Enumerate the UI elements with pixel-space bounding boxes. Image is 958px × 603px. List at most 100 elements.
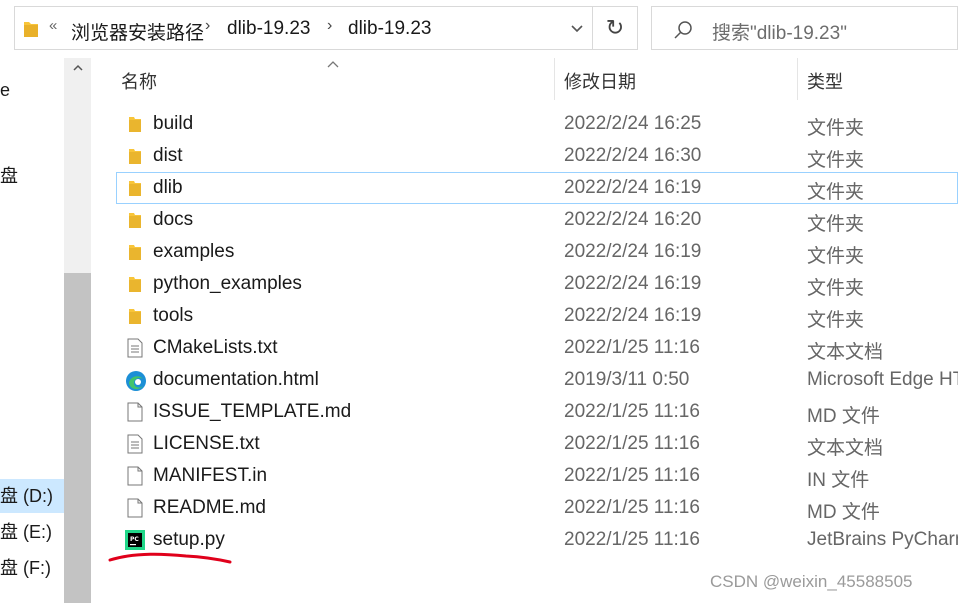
column-header: 名称 修改日期 类型 — [92, 58, 958, 102]
folder-icon — [23, 19, 39, 44]
file-type: Microsoft Edge HT — [807, 369, 958, 390]
file-row[interactable]: tools 2022/2/24 16:19 文件夹 — [92, 300, 958, 332]
file-name: dist — [153, 145, 183, 166]
sort-ascending-icon — [326, 56, 340, 72]
breadcrumb-overflow[interactable]: « — [49, 17, 57, 34]
folder-icon — [125, 114, 145, 134]
file-name: examples — [153, 241, 235, 262]
address-toolbar: « 浏览器安装路径 › dlib-19.23 › dlib-19.23 ↻ 搜索… — [0, 0, 958, 58]
file-name: README.md — [153, 497, 266, 518]
file-type: 文件夹 — [807, 278, 865, 299]
file-row[interactable]: build 2022/2/24 16:25 文件夹 — [92, 108, 958, 140]
column-header-type[interactable]: 类型 — [807, 68, 843, 94]
text-document-icon — [125, 338, 145, 358]
nav-item-drive-d[interactable]: 盘 (D:) — [0, 479, 64, 513]
file-row[interactable]: docs 2022/2/24 16:20 文件夹 — [92, 204, 958, 236]
folder-icon — [125, 306, 145, 326]
pycharm-icon: PC — [125, 530, 145, 550]
file-name: docs — [153, 209, 194, 230]
file-name: ISSUE_TEMPLATE.md — [153, 401, 352, 422]
file-type: 文件夹 — [807, 214, 865, 235]
file-date: 2022/2/24 16:25 — [564, 113, 702, 134]
folder-icon — [125, 146, 145, 166]
file-date: 2022/2/24 16:30 — [564, 145, 702, 166]
file-date: 2022/1/25 11:16 — [564, 433, 700, 454]
file-date: 2022/1/25 11:16 — [564, 497, 700, 518]
file-list: build 2022/2/24 16:25 文件夹 dist 2022/2/24 16:… — [92, 108, 958, 556]
file-type: 文件夹 — [807, 182, 865, 203]
file-row[interactable]: MANIFEST.in 2022/1/25 11:16 IN 文件 — [92, 460, 958, 492]
file-type: MD 文件 — [807, 406, 880, 427]
file-name: python_examples — [153, 273, 302, 294]
file-date: 2022/1/25 11:16 — [564, 529, 700, 550]
column-divider[interactable] — [797, 58, 798, 100]
folder-icon — [125, 210, 145, 230]
column-divider[interactable] — [554, 58, 555, 100]
file-name: build — [153, 113, 194, 134]
refresh-icon: ↻ — [605, 15, 625, 40]
file-name: MANIFEST.in — [153, 465, 268, 486]
breadcrumb-chevron-icon[interactable]: › — [327, 17, 332, 35]
file-name: documentation.html — [153, 369, 319, 390]
search-box[interactable]: 搜索"dlib-19.23" — [651, 6, 958, 50]
file-type: MD 文件 — [807, 502, 880, 523]
file-date: 2022/2/24 16:20 — [564, 209, 702, 230]
chevron-down-icon[interactable] — [570, 18, 584, 43]
file-date: 2022/2/24 16:19 — [564, 305, 702, 326]
file-type: 文件夹 — [807, 118, 865, 139]
breadcrumb-item[interactable]: dlib-19.23 — [348, 18, 431, 40]
file-name: tools — [153, 305, 194, 326]
file-type: 文件夹 — [807, 150, 865, 171]
scroll-up-arrow-icon[interactable] — [64, 62, 91, 82]
file-date: 2022/2/24 16:19 — [564, 241, 702, 262]
file-date: 2022/1/25 11:16 — [564, 337, 700, 358]
folder-icon — [125, 178, 145, 198]
file-name: dlib — [153, 177, 183, 198]
file-row[interactable]: dist 2022/2/24 16:30 文件夹 — [92, 140, 958, 172]
blank-file-icon — [125, 402, 145, 422]
file-row[interactable]: documentation.html 2019/3/11 0:50 Microsof… — [92, 364, 958, 396]
svg-text:PC: PC — [130, 536, 139, 543]
file-name: CMakeLists.txt — [153, 337, 278, 358]
text-document-icon — [125, 434, 145, 454]
breadcrumb-item[interactable]: 浏览器安装路径 — [71, 18, 204, 45]
file-row[interactable]: dlib 2022/2/24 16:19 文件夹 — [116, 172, 958, 204]
edge-icon — [125, 370, 146, 391]
nav-item-drive-e[interactable]: 盘 (E:) — [0, 515, 64, 549]
file-row[interactable]: ISSUE_TEMPLATE.md 2022/1/25 11:16 MD 文件 — [92, 396, 958, 428]
folder-icon — [125, 274, 145, 294]
file-row[interactable]: README.md 2022/1/25 11:16 MD 文件 — [92, 492, 958, 524]
breadcrumb-item[interactable]: dlib-19.23 — [227, 18, 310, 40]
navigation-pane: e 盘 盘 (D:) 盘 (E:) 盘 (F:) — [0, 58, 92, 603]
folder-icon — [125, 242, 145, 262]
search-placeholder[interactable]: 搜索"dlib-19.23" — [712, 18, 847, 45]
watermark: CSDN @weixin_45588505 — [710, 572, 913, 591]
blank-file-icon — [125, 466, 145, 486]
nav-scrollbar-thumb[interactable] — [64, 273, 91, 603]
file-type: 文本文档 — [807, 342, 884, 363]
file-date: 2022/2/24 16:19 — [564, 273, 702, 294]
search-icon — [672, 19, 694, 46]
file-name: LICENSE.txt — [153, 433, 260, 454]
nav-item-fragment[interactable]: 盘 — [0, 162, 18, 188]
file-row[interactable]: python_examples 2022/2/24 16:19 文件夹 — [92, 268, 958, 300]
file-type: 文件夹 — [807, 246, 865, 267]
file-row[interactable]: LICENSE.txt 2022/1/25 11:16 文本文档 — [92, 428, 958, 460]
annotation-underline — [108, 552, 232, 564]
file-type: 文本文档 — [807, 438, 884, 459]
file-row[interactable]: examples 2022/2/24 16:19 文件夹 — [92, 236, 958, 268]
refresh-button[interactable]: ↻ — [593, 6, 638, 50]
file-row[interactable]: CMakeLists.txt 2022/1/25 11:16 文本文档 — [92, 332, 958, 364]
nav-item-fragment[interactable]: e — [0, 80, 10, 101]
blank-file-icon — [125, 498, 145, 518]
address-bar[interactable]: « 浏览器安装路径 › dlib-19.23 › dlib-19.23 — [14, 6, 593, 50]
file-date: 2019/3/11 0:50 — [564, 369, 690, 390]
file-type: IN 文件 — [807, 470, 870, 491]
column-header-name[interactable]: 名称 — [121, 68, 157, 94]
nav-item-drive-f[interactable]: 盘 (F:) — [0, 551, 64, 585]
file-type: JetBrains PyCharm — [807, 529, 958, 550]
file-date: 2022/1/25 11:16 — [564, 465, 700, 486]
breadcrumb-chevron-icon[interactable]: › — [205, 17, 210, 35]
file-date: 2022/1/25 11:16 — [564, 401, 700, 422]
column-header-date[interactable]: 修改日期 — [564, 68, 636, 94]
